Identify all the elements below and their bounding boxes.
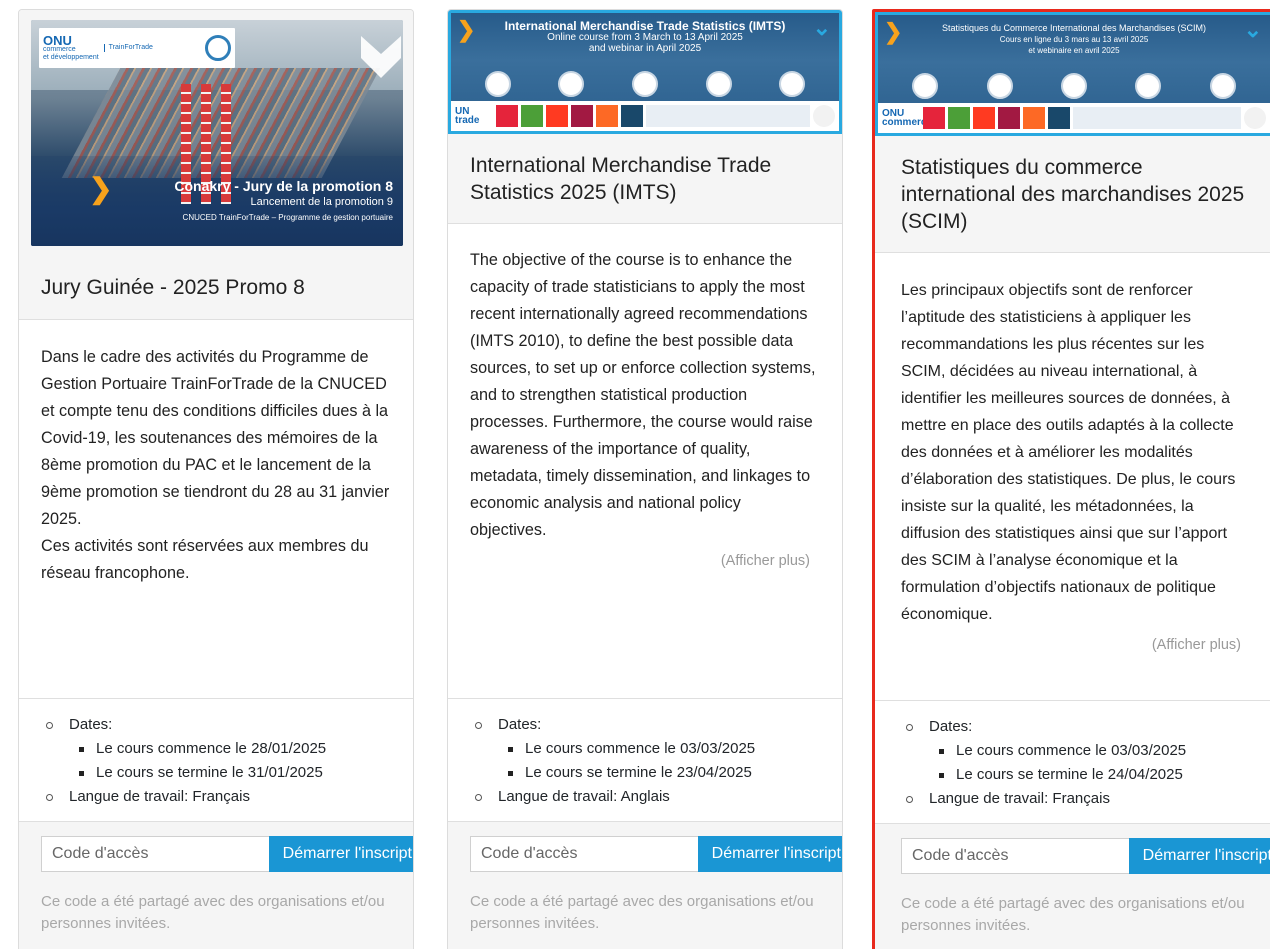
course-card-scim[interactable]: ❯ ⌄ Statistiques du Commerce Internation… — [872, 9, 1270, 949]
card-footer: Démarrer l'inscription Ce code a été par… — [19, 821, 413, 949]
course-banner: ❯ ⌄ International Merchandise Trade Stat… — [448, 10, 842, 134]
course-meta: Dates: Le cours commence le 03/03/2025 L… — [875, 700, 1270, 824]
sdg-1-icon — [496, 105, 518, 127]
sdg-3-icon — [521, 105, 543, 127]
start-registration-button[interactable]: Démarrer l'inscription — [1129, 838, 1270, 874]
course-card-imts[interactable]: ❯ ⌄ International Merchandise Trade Stat… — [447, 9, 843, 949]
arrow-right-icon: ❯ — [457, 17, 476, 42]
course-image-port[interactable]: ONU commerce et développement TrainForTr… — [31, 20, 403, 246]
show-more-link[interactable]: (Afficher plus) — [470, 548, 820, 575]
sdg-3-icon — [948, 107, 970, 129]
image-subline: Lancement de la promotion 9 — [250, 196, 393, 208]
container-icon — [484, 71, 511, 97]
course-description: Dans le cadre des activités du Programme… — [19, 344, 413, 587]
course-description-text: Dans le cadre des activités du Programme… — [41, 348, 390, 582]
access-code-note: Ce code a été partagé avec des organisat… — [901, 895, 1245, 934]
sdg-1-icon — [923, 107, 945, 129]
language: Langue de travail: Français — [901, 787, 1270, 811]
sdg-17-icon — [1048, 107, 1070, 129]
language: Langue de travail: Anglais — [470, 785, 842, 809]
image-caption: CNUCED TrainForTrade – Programme de gest… — [182, 213, 393, 222]
course-title[interactable]: Statistiques du commerce international d… — [875, 136, 1270, 253]
sdg-5-icon — [546, 105, 568, 127]
dates-label: Dates: — [41, 713, 413, 737]
access-form: Démarrer l'inscription — [41, 836, 413, 872]
course-banner: ONU commerce et développement TrainForTr… — [19, 10, 413, 256]
sdg-9-icon — [596, 105, 618, 127]
image-header: International Merchandise Trade Statisti… — [504, 19, 786, 54]
start-registration-button[interactable]: Démarrer l'inscription — [269, 836, 413, 872]
access-code-input[interactable] — [41, 836, 269, 872]
sdg-5-icon — [973, 107, 995, 129]
start-date: Le cours commence le 28/01/2025 — [41, 737, 413, 761]
course-title[interactable]: International Merchandise Trade Statisti… — [448, 134, 842, 224]
course-description-text: The objective of the course is to enhanc… — [470, 251, 816, 539]
start-date: Le cours commence le 03/03/2025 — [470, 737, 842, 761]
dates-label: Dates: — [901, 715, 1270, 739]
arrow-right-icon: ❯ — [89, 173, 113, 204]
access-code-note: Ce code a été partagé avec des organisat… — [470, 893, 814, 932]
start-registration-button[interactable]: Démarrer l'inscription — [698, 836, 842, 872]
access-code-input[interactable] — [901, 838, 1129, 874]
card-footer: Démarrer l'inscription Ce code a été par… — [448, 821, 842, 949]
access-form: Démarrer l'inscription — [470, 836, 842, 872]
sdg-8-icon — [571, 105, 593, 127]
un-statistics-logo — [1073, 107, 1241, 129]
course-description: Les principaux objectifs sont de renforc… — [875, 277, 1270, 659]
course-title[interactable]: Jury Guinée - 2025 Promo 8 — [19, 256, 413, 320]
course-banner: ❯ ⌄ Statistiques du Commerce Internation… — [875, 12, 1270, 136]
dates-label: Dates: — [470, 713, 842, 737]
image-header: Statistiques du Commerce International d… — [941, 23, 1207, 55]
end-date: Le cours se termine le 31/01/2025 — [41, 761, 413, 785]
onu-logo: ONU commerce et développement — [43, 32, 99, 61]
course-meta: Dates: Le cours commence le 28/01/2025 L… — [19, 698, 413, 822]
start-date: Le cours commence le 03/03/2025 — [901, 739, 1270, 763]
course-meta: Dates: Le cours commence le 03/03/2025 L… — [448, 698, 842, 822]
plane-icon — [705, 71, 732, 97]
arrow-right-icon: ❯ — [884, 19, 903, 44]
partner-strip: UN trade — [451, 101, 839, 131]
transport-icons — [888, 73, 1260, 101]
language: Langue de travail: Français — [41, 785, 413, 809]
train-icon — [1060, 73, 1087, 99]
course-image-imts[interactable]: ❯ ⌄ International Merchandise Trade Stat… — [448, 10, 842, 134]
end-date: Le cours se termine le 24/04/2025 — [901, 763, 1270, 787]
chevron-down-icon: ⌄ — [812, 15, 831, 40]
partner-strip: ONU commerce — [878, 103, 1270, 133]
ship-icon — [779, 71, 806, 97]
course-description: The objective of the course is to enhanc… — [448, 247, 842, 575]
course-description-text: Les principaux objectifs sont de renforc… — [901, 282, 1236, 623]
image-logos: ONU commerce et développement TrainForTr… — [39, 28, 235, 68]
container-icon — [912, 73, 939, 99]
trainfortrade-logo: TrainForTrade — [103, 44, 153, 52]
sdg-9-icon — [1023, 107, 1045, 129]
train-icon — [631, 71, 658, 97]
chevron-down-icon: ⌄ — [1243, 17, 1262, 42]
image-headline: Conakry - Jury de la promotion 8 — [174, 178, 393, 194]
truck-icon — [986, 73, 1013, 99]
wto-logo — [813, 105, 835, 127]
un-statistics-logo — [646, 105, 810, 127]
card-footer: Démarrer l'inscription Ce code a été par… — [875, 823, 1270, 949]
access-code-input[interactable] — [470, 836, 698, 872]
plane-icon — [1135, 73, 1162, 99]
access-form: Démarrer l'inscription — [901, 838, 1270, 874]
show-more-link[interactable]: (Afficher plus) — [901, 632, 1251, 659]
truck-icon — [558, 71, 585, 97]
access-code-note: Ce code a été partagé avec des organisat… — [41, 893, 385, 932]
ship-wheel-icon — [205, 35, 231, 61]
onu-commerce-logo: ONU commerce — [882, 108, 933, 128]
end-date: Le cours se termine le 23/04/2025 — [470, 761, 842, 785]
wto-logo — [1244, 107, 1266, 129]
course-card-jury-guinee[interactable]: ONU commerce et développement TrainForTr… — [18, 9, 414, 949]
ship-icon — [1209, 73, 1236, 99]
un-trade-logo: UN trade — [455, 106, 480, 126]
transport-icons — [461, 71, 829, 99]
sdg-17-icon — [621, 105, 643, 127]
sdg-8-icon — [998, 107, 1020, 129]
course-image-scim[interactable]: ❯ ⌄ Statistiques du Commerce Internation… — [875, 12, 1270, 136]
